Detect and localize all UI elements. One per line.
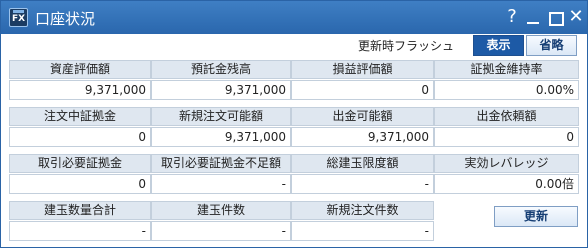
- withdrawal-request-label: 出金依頼額: [434, 107, 579, 126]
- position-count-label: 建玉件数: [151, 201, 291, 220]
- position-quantity-total-value: -: [9, 221, 151, 241]
- withdrawal-request-value: 0: [434, 127, 579, 147]
- position-count-value: -: [151, 221, 291, 241]
- deposit-balance-label: 預託金残高: [151, 60, 291, 79]
- close-button[interactable]: ✕: [565, 5, 587, 29]
- pnl-valuation-value: 0: [291, 80, 434, 100]
- new-order-available-value: 9,371,000: [151, 127, 291, 147]
- deposit-balance-value: 9,371,000: [151, 80, 291, 100]
- window-title: 口座状況: [35, 10, 96, 28]
- new-order-count-label: 新規注文件数: [291, 201, 434, 220]
- flash-omit-button[interactable]: 省略: [526, 35, 577, 56]
- flash-show-button[interactable]: 表示: [473, 35, 524, 56]
- position-limit-label: 総建玉限度額: [291, 154, 434, 173]
- withdrawable-amount-value: 9,371,000: [291, 127, 434, 147]
- withdrawable-amount-label: 出金可能額: [291, 107, 434, 126]
- effective-leverage-value: 0.00倍: [434, 174, 579, 194]
- asset-valuation-value: 9,371,000: [9, 80, 151, 100]
- margin-shortfall-label: 取引必要証拠金不足額: [151, 154, 291, 173]
- order-margin-value: 0: [9, 127, 151, 147]
- margin-maintenance-ratio-label: 証拠金維持率: [434, 60, 579, 79]
- maximize-button[interactable]: [544, 5, 566, 29]
- account-status-window: FX 口座状況 ? ✕ 更新時フラッシュ 表示 省略 資産評価額 9,371,0…: [0, 0, 588, 248]
- flash-setting-label: 更新時フラッシュ: [358, 39, 455, 53]
- fx-app-icon: FX: [9, 8, 28, 27]
- new-order-available-label: 新規注文可能額: [151, 107, 291, 126]
- pnl-valuation-label: 損益評価額: [291, 60, 434, 79]
- margin-shortfall-value: -: [151, 174, 291, 194]
- position-quantity-total-label: 建玉数量合計: [9, 201, 151, 220]
- help-button[interactable]: ?: [501, 5, 523, 29]
- required-margin-value: 0: [9, 174, 151, 194]
- refresh-button[interactable]: 更新: [494, 206, 578, 227]
- required-margin-label: 取引必要証拠金: [9, 154, 151, 173]
- position-limit-value: -: [291, 174, 434, 194]
- asset-valuation-label: 資産評価額: [9, 60, 151, 79]
- minimize-button[interactable]: [522, 5, 544, 29]
- order-margin-label: 注文中証拠金: [9, 107, 151, 126]
- new-order-count-value: -: [291, 221, 434, 241]
- effective-leverage-label: 実効レバレッジ: [434, 154, 579, 173]
- margin-maintenance-ratio-value: 0.00%: [434, 80, 579, 100]
- title-bar[interactable]: FX 口座状況 ? ✕: [1, 1, 587, 34]
